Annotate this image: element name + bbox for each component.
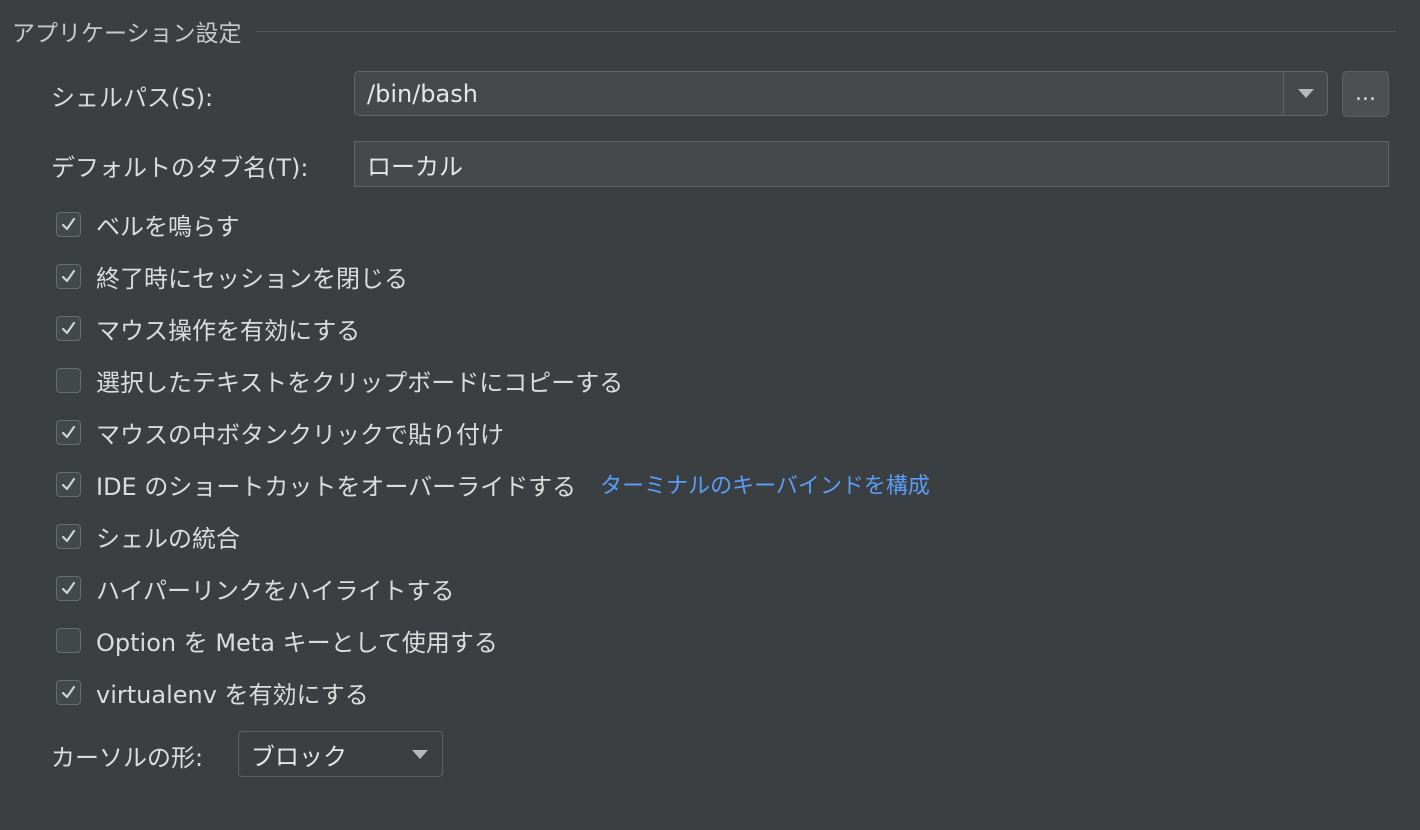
option-label: virtualenv を有効にする: [96, 680, 369, 709]
checkbox[interactable]: [56, 679, 81, 705]
checkmark-icon: [61, 581, 76, 594]
section-divider: [255, 30, 1396, 32]
checkmark-icon: [61, 269, 76, 282]
checkbox[interactable]: [56, 575, 81, 601]
cursor-shape-label: カーソルの形:: [51, 744, 204, 772]
checkbox[interactable]: [56, 367, 81, 393]
checkbox[interactable]: [56, 315, 81, 341]
checkmark-icon: [61, 321, 76, 334]
checkbox[interactable]: [56, 211, 81, 237]
option-label: ベルを鳴らす: [96, 212, 240, 241]
checkbox[interactable]: [56, 627, 81, 653]
section-header: アプリケーション設定: [12, 14, 1396, 48]
section-title: アプリケーション設定: [12, 21, 242, 47]
option-shell-integration[interactable]: シェルの統合: [56, 521, 240, 553]
chevron-down-icon: [1297, 89, 1314, 98]
option-close-session-on-exit[interactable]: 終了時にセッションを閉じる: [56, 261, 408, 293]
option-ring-bell[interactable]: ベルを鳴らす: [56, 209, 240, 241]
browse-button[interactable]: ...: [1342, 71, 1389, 117]
checkmark-icon: [61, 529, 76, 542]
option-override-ide-shortcuts[interactable]: IDE のショートカットをオーバーライドする ターミナルのキーバインドを構成: [56, 468, 930, 501]
option-label: ハイパーリンクをハイライトする: [96, 576, 455, 605]
default-tab-name-label: デフォルトのタブ名(T):: [51, 154, 309, 182]
option-label: 終了時にセッションを閉じる: [96, 264, 408, 293]
default-tab-name-input[interactable]: ローカル: [354, 141, 1389, 187]
checkmark-icon: [61, 425, 76, 438]
checkmark-icon: [61, 685, 76, 698]
option-label: IDE のショートカットをオーバーライドする: [96, 472, 577, 501]
option-label: マウスの中ボタンクリックで貼り付け: [96, 420, 504, 449]
shell-path-input[interactable]: /bin/bash: [355, 80, 1283, 108]
option-mouse-reporting[interactable]: マウス操作を有効にする: [56, 313, 361, 345]
checkmark-icon: [61, 477, 76, 490]
checkbox[interactable]: [56, 263, 81, 289]
configure-keybindings-link[interactable]: ターミナルのキーバインドを構成: [600, 468, 930, 500]
cursor-shape-select[interactable]: ブロック: [238, 731, 443, 777]
checkbox[interactable]: [56, 419, 81, 445]
option-label: Option を Meta キーとして使用する: [96, 628, 498, 657]
option-label: マウス操作を有効にする: [96, 316, 361, 345]
checkbox[interactable]: [56, 523, 81, 549]
shell-path-label: シェルパス(S):: [51, 84, 214, 112]
option-label: シェルの統合: [96, 524, 240, 553]
option-highlight-hyperlinks[interactable]: ハイパーリンクをハイライトする: [56, 573, 455, 605]
option-copy-to-clipboard[interactable]: 選択したテキストをクリップボードにコピーする: [56, 365, 624, 397]
option-paste-middle-click[interactable]: マウスの中ボタンクリックで貼り付け: [56, 417, 504, 449]
chevron-down-icon: [412, 749, 428, 759]
option-activate-virtualenv[interactable]: virtualenv を有効にする: [56, 677, 369, 709]
shell-path-combobox[interactable]: /bin/bash: [354, 71, 1328, 116]
cursor-shape-value: ブロック: [251, 742, 347, 771]
checkbox[interactable]: [56, 471, 81, 497]
checkmark-icon: [61, 217, 76, 230]
option-use-option-as-meta[interactable]: Option を Meta キーとして使用する: [56, 625, 498, 657]
terminal-settings-panel: アプリケーション設定 シェルパス(S): /bin/bash ... デフォルト…: [0, 0, 1420, 830]
shell-path-dropdown-button[interactable]: [1283, 72, 1327, 115]
option-label: 選択したテキストをクリップボードにコピーする: [96, 368, 624, 397]
